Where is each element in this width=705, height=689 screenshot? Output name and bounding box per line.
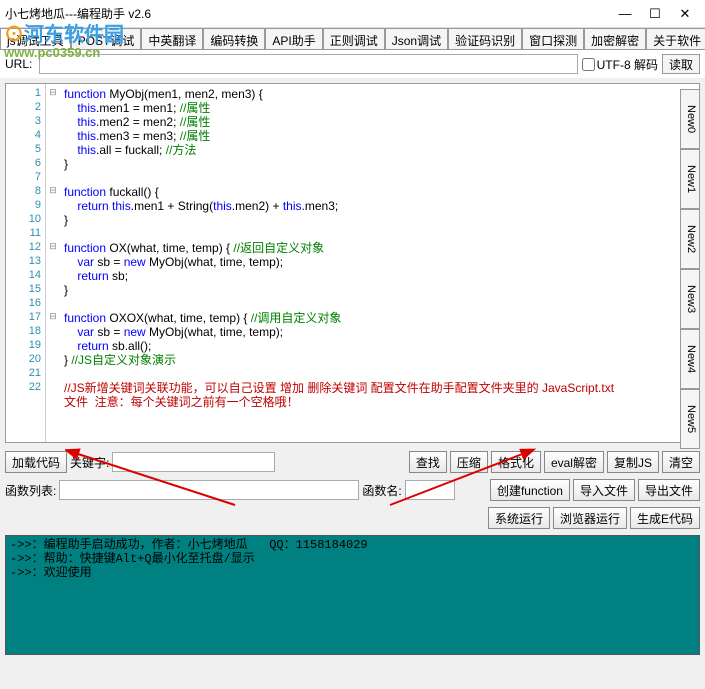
tab-1[interactable]: POST调试 xyxy=(71,28,142,49)
copy-js-button[interactable]: 复制JS xyxy=(607,451,659,473)
format-button[interactable]: 格式化 xyxy=(491,451,541,473)
console-output: ->>：编程助手启动成功，作者：小七烤地瓜 QQ：1158184029 ->>：… xyxy=(5,535,700,655)
toolbar-row-3: 系统运行 浏览器运行 生成E代码 xyxy=(0,504,705,532)
tab-6[interactable]: Json调试 xyxy=(385,28,448,49)
tab-9[interactable]: 加密解密 xyxy=(584,28,646,49)
code-content[interactable]: function MyObj(men1, men2, men3) { this.… xyxy=(60,84,699,442)
sidetab-5[interactable]: New5 xyxy=(680,389,700,449)
window-controls: — ☐ ✕ xyxy=(610,3,700,25)
create-function-button[interactable]: 创建function xyxy=(490,479,570,501)
funclist-input[interactable] xyxy=(59,480,359,500)
close-button[interactable]: ✕ xyxy=(670,3,700,25)
minimize-button[interactable]: — xyxy=(610,3,640,25)
tab-2[interactable]: 中英翻译 xyxy=(141,28,203,49)
window-title: 小七烤地瓜---编程助手 v2.6 xyxy=(5,5,610,22)
maximize-button[interactable]: ☐ xyxy=(640,3,670,25)
sidetab-0[interactable]: New0 xyxy=(680,89,700,149)
main-tabs: js调试工具POST调试中英翻译编码转换API助手正则调试Json调试验证码识别… xyxy=(0,28,705,50)
tab-4[interactable]: API助手 xyxy=(265,28,322,49)
tab-10[interactable]: 关于软件 xyxy=(646,28,705,49)
import-file-button[interactable]: 导入文件 xyxy=(573,479,635,501)
sidetab-3[interactable]: New3 xyxy=(680,269,700,329)
fold-gutter[interactable]: ⊟⊟⊟⊟ xyxy=(46,84,60,442)
funclist-label: 函数列表: xyxy=(5,482,56,499)
clear-button[interactable]: 清空 xyxy=(662,451,700,473)
keyword-input[interactable] xyxy=(112,452,275,472)
tab-7[interactable]: 验证码识别 xyxy=(448,28,522,49)
funcname-label: 函数名: xyxy=(362,482,401,499)
toolbar-row-1: 加载代码 关键字: 查找 压缩 格式化 eval解密 复制JS 清空 xyxy=(0,448,705,476)
side-tabs: New0New1New2New3New4New5 xyxy=(680,89,700,449)
compress-button[interactable]: 压缩 xyxy=(450,451,488,473)
keyword-label: 关键字: xyxy=(70,454,109,471)
eval-decrypt-button[interactable]: eval解密 xyxy=(544,451,604,473)
titlebar: 小七烤地瓜---编程助手 v2.6 — ☐ ✕ xyxy=(0,0,705,28)
load-code-button[interactable]: 加载代码 xyxy=(5,451,67,473)
sidetab-1[interactable]: New1 xyxy=(680,149,700,209)
tab-3[interactable]: 编码转换 xyxy=(203,28,265,49)
url-label: URL: xyxy=(5,57,35,71)
utf8-checkbox[interactable]: UTF-8 解码 xyxy=(582,56,658,73)
code-editor[interactable]: 12345678910111213141516171819202122 ⊟⊟⊟⊟… xyxy=(5,83,700,443)
tab-8[interactable]: 窗口探测 xyxy=(522,28,584,49)
funcname-input[interactable] xyxy=(405,480,455,500)
system-run-button[interactable]: 系统运行 xyxy=(488,507,550,529)
sidetab-4[interactable]: New4 xyxy=(680,329,700,389)
sidetab-2[interactable]: New2 xyxy=(680,209,700,269)
read-button[interactable]: 读取 xyxy=(662,54,700,74)
url-row: URL: UTF-8 解码 读取 xyxy=(0,50,705,78)
browser-run-button[interactable]: 浏览器运行 xyxy=(553,507,627,529)
find-button[interactable]: 查找 xyxy=(409,451,447,473)
url-input[interactable] xyxy=(39,54,578,74)
toolbar-row-2: 函数列表: 函数名: 创建function 导入文件 导出文件 xyxy=(0,476,705,504)
tab-5[interactable]: 正则调试 xyxy=(323,28,385,49)
gen-ecode-button[interactable]: 生成E代码 xyxy=(630,507,700,529)
export-file-button[interactable]: 导出文件 xyxy=(638,479,700,501)
tab-0[interactable]: js调试工具 xyxy=(0,28,71,49)
line-gutter: 12345678910111213141516171819202122 xyxy=(6,84,46,442)
